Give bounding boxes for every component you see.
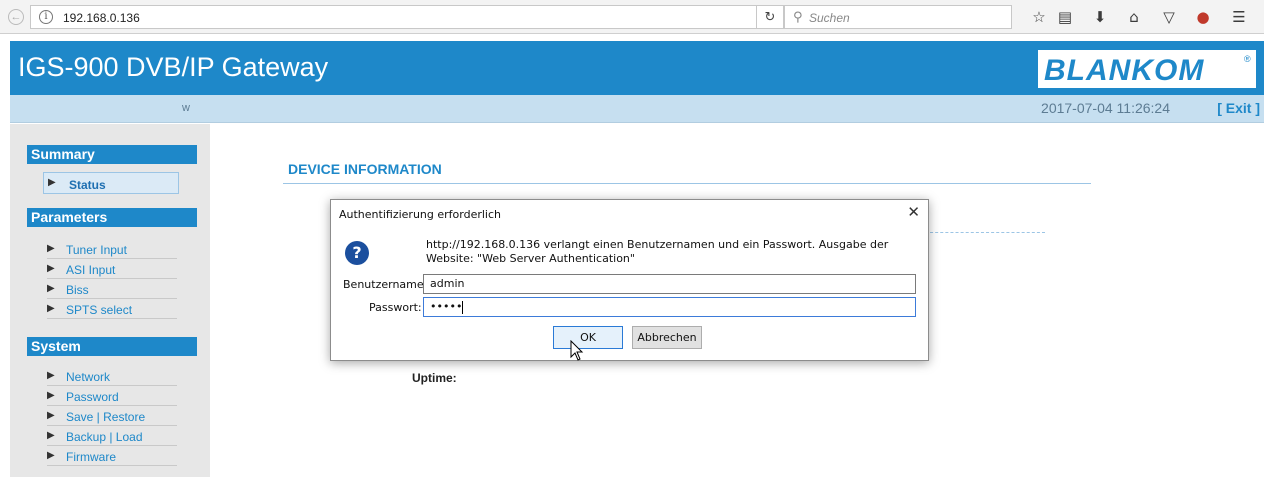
arrow-right-icon: ▶ [47, 450, 55, 461]
back-icon[interactable]: ← [8, 9, 24, 25]
reload-icon[interactable]: ↻ [756, 5, 784, 29]
username-label: Benutzername: [343, 278, 428, 291]
sidebar-item-network[interactable]: ▶ Network [47, 368, 177, 386]
menu-icon[interactable]: ☰ [1230, 8, 1248, 26]
sidebar-item-label: Backup | Load [66, 430, 143, 444]
ok-button[interactable]: OK [553, 326, 623, 349]
dialog-title: Authentifizierung erforderlich [339, 208, 501, 221]
sidebar-item-label: SPTS select [66, 303, 133, 317]
dialog-message: http://192.168.0.136 verlangt einen Benu… [426, 238, 889, 265]
sidebar-item-label: Password [66, 390, 119, 404]
arrow-right-icon: ▶ [47, 430, 55, 441]
download-icon[interactable]: ⬇ [1091, 8, 1109, 26]
arrow-right-icon: ▶ [47, 390, 55, 401]
search-input[interactable]: ⚲ Suchen [784, 5, 1012, 29]
reading-list-icon[interactable]: ▤ [1056, 8, 1074, 26]
search-placeholder: Suchen [809, 11, 850, 25]
arrow-right-icon: ▶ [47, 243, 55, 254]
sidebar-item-label: ASI Input [66, 263, 116, 277]
sidebar-heading-system: System [27, 337, 197, 356]
svg-text:BLANKOM: BLANKOM [1044, 54, 1204, 87]
text-caret [462, 300, 464, 314]
home-icon[interactable]: ⌂ [1125, 8, 1143, 26]
arrow-right-icon: ▶ [47, 370, 55, 381]
auth-dialog: Authentifizierung erforderlich ✕ ? http:… [330, 199, 929, 361]
sidebar-item-label: Status [69, 178, 106, 192]
pocket-icon[interactable]: ▽ [1160, 8, 1178, 26]
cancel-button[interactable]: Abbrechen [632, 326, 702, 349]
password-value: ••••• [430, 300, 463, 313]
arrow-right-icon: ▶ [48, 177, 56, 188]
sidebar-item-label: Save | Restore [66, 410, 146, 424]
status-subbar: w 2017-07-04 11:26:24 [ Exit ] [10, 95, 1264, 123]
sidebar-item-asi-input[interactable]: ▶ ASI Input [47, 261, 177, 279]
dashed-divider [925, 232, 1045, 233]
ublock-icon[interactable]: ● [1194, 8, 1212, 26]
sidebar-item-spts-select[interactable]: ▶ SPTS select [47, 301, 177, 319]
sidebar-item-label: Biss [66, 283, 89, 297]
search-icon: ⚲ [793, 9, 803, 24]
site-title: IGS-900 DVB/IP Gateway [18, 52, 329, 82]
svg-text:®: ® [1244, 54, 1251, 64]
sidebar-item-status[interactable]: ▶ Status [43, 172, 179, 194]
arrow-right-icon: ▶ [47, 263, 55, 274]
question-icon: ? [345, 241, 369, 265]
sidebar-item-firmware[interactable]: ▶ Firmware [47, 448, 177, 466]
mouse-cursor-icon [570, 340, 584, 361]
browser-toolbar: ← i 192.168.0.136 ↻ ⚲ Suchen ☆ ▤ ⬇ ⌂ ▽ ●… [0, 0, 1264, 34]
site-header: IGS-900 DVB/IP Gateway BLANKOM ® [10, 41, 1264, 95]
sidebar-item-label: Firmware [66, 450, 116, 464]
sidebar-item-biss[interactable]: ▶ Biss [47, 281, 177, 299]
arrow-right-icon: ▶ [47, 283, 55, 294]
sidebar-item-label: Network [66, 370, 111, 384]
sidebar-item-tuner-input[interactable]: ▶ Tuner Input [47, 241, 177, 259]
title-divider [283, 183, 1091, 184]
datetime-label: 2017-07-04 11:26:24 [1041, 100, 1170, 116]
sidebar-heading-summary: Summary [27, 145, 197, 164]
sidebar-item-label: Tuner Input [66, 243, 127, 257]
sidebar-item-password[interactable]: ▶ Password [47, 388, 177, 406]
info-icon[interactable]: i [39, 10, 53, 24]
sidebar-heading-parameters: Parameters [27, 208, 197, 227]
close-icon[interactable]: ✕ [907, 203, 920, 221]
sidebar-item-save-restore[interactable]: ▶ Save | Restore [47, 408, 177, 426]
exit-link[interactable]: [ Exit ] [1217, 100, 1260, 116]
sidebar-item-backup-load[interactable]: ▶ Backup | Load [47, 428, 177, 446]
url-text: 192.168.0.136 [63, 11, 140, 25]
username-field[interactable]: admin [423, 274, 916, 294]
password-label: Passwort: [369, 301, 422, 314]
username-value: admin [430, 277, 465, 290]
bookmark-star-icon[interactable]: ☆ [1030, 8, 1048, 26]
user-label: w [182, 102, 190, 114]
arrow-right-icon: ▶ [47, 410, 55, 421]
page-title: DEVICE INFORMATION [288, 161, 442, 177]
url-bar[interactable]: i 192.168.0.136 [30, 5, 805, 29]
uptime-label: Uptime: [412, 371, 457, 385]
password-field[interactable]: ••••• [423, 297, 916, 317]
arrow-right-icon: ▶ [47, 303, 55, 314]
blankom-logo: BLANKOM ® [1038, 50, 1256, 88]
